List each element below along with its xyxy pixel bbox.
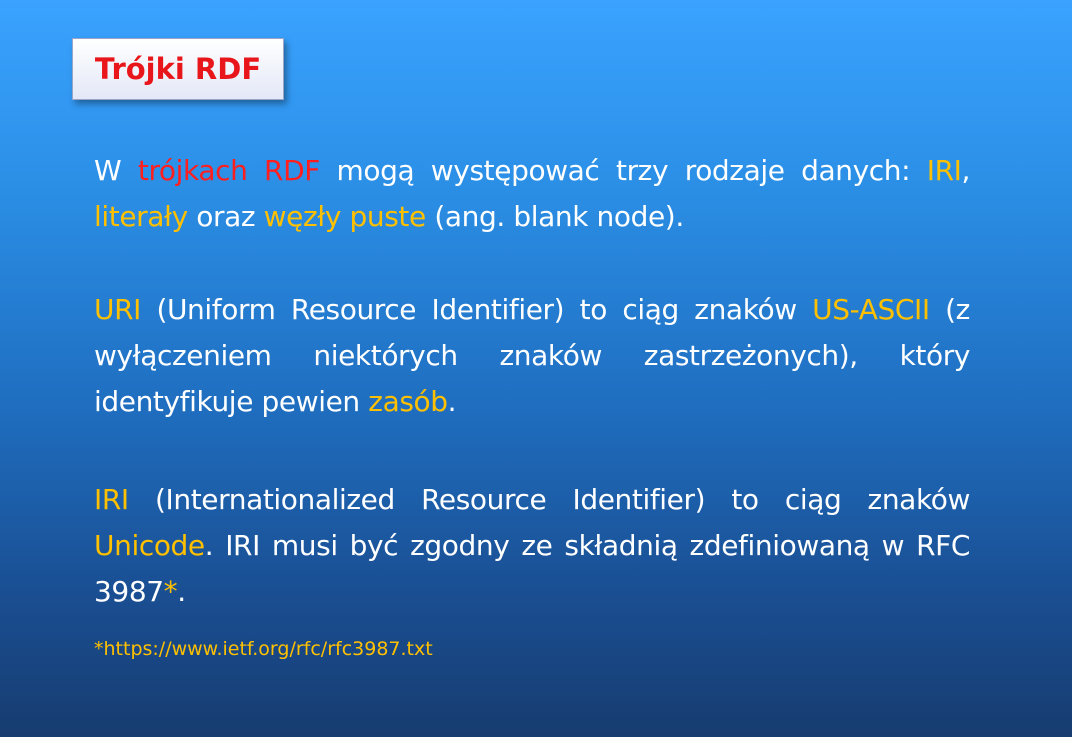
text: . [447,385,457,418]
term-uri: URI [94,293,142,326]
slide: Trójki RDF W trójkach RDF mogą występowa… [0,0,1072,737]
text: mogą występować trzy rodzaje danych: [319,154,927,187]
term-unicode: Unicode [94,529,205,562]
term-iri: IRI [926,154,962,187]
text: oraz [187,200,264,233]
term-literals: literały [94,200,188,233]
text: W [94,154,138,187]
term-us-ascii: US-ASCII [812,293,930,326]
paragraph-uri: URI (Uniform Resource Identifier) to cią… [94,287,970,425]
footnote-link[interactable]: *https://www.ietf.org/rfc/rfc3987.txt [94,638,433,660]
term-resource: zasób [368,385,448,418]
text: (ang. blank node). [425,200,684,233]
slide-title: Trójki RDF [94,52,262,86]
text: . [177,575,186,608]
term-iri: IRI [94,483,129,516]
title-box: Trójki RDF [72,38,284,100]
paragraph-iri: IRI (Internationalized Resource Identifi… [94,477,970,615]
text: , [961,154,971,187]
term-rdf-triples: trójkach RDF [137,154,320,187]
term-blank-nodes: węzły puste [263,200,427,233]
text: (Uniform Resource Identifier) to ciąg zn… [141,293,813,326]
footnote-marker: * [163,575,178,608]
text: (Internationalized Resource Identifier) … [128,483,970,516]
text: . IRI musi być zgodny ze składnią zdefin… [94,529,970,608]
paragraph-triples: W trójkach RDF mogą występować trzy rodz… [94,148,970,240]
